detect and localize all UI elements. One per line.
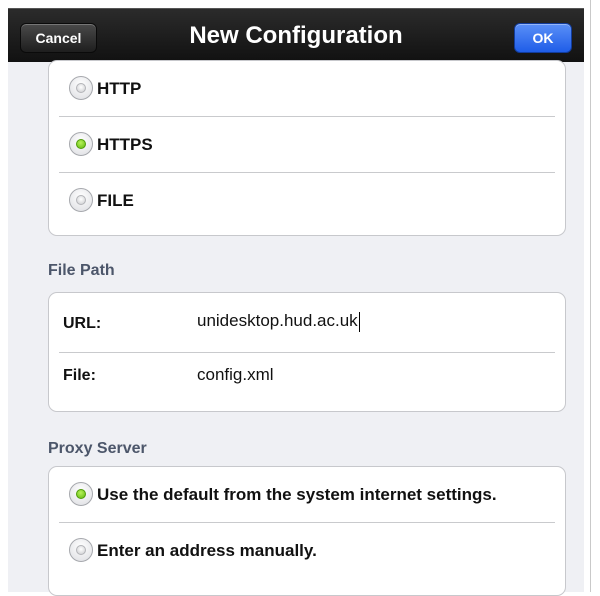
radio-button-icon[interactable] xyxy=(69,76,93,100)
protocol-option-file[interactable]: FILE xyxy=(49,173,565,229)
proxy-option-default[interactable]: Use the default from the system internet… xyxy=(49,467,565,523)
radio-button-selected-icon[interactable] xyxy=(69,482,93,506)
protocol-group: HTTP HTTPS FILE xyxy=(48,60,566,236)
url-row: URL: unidesktop.hud.ac.uk xyxy=(49,293,565,353)
text-caret xyxy=(358,311,360,332)
file-label: File: xyxy=(63,367,96,384)
cancel-button[interactable]: Cancel xyxy=(20,23,97,53)
protocol-option-https[interactable]: HTTPS xyxy=(49,117,565,173)
navigation-bar: New Configuration Cancel OK xyxy=(8,8,584,62)
protocol-option-label: HTTPS xyxy=(97,135,153,154)
proxy-option-label: Enter an address manually. xyxy=(97,541,317,560)
radio-button-icon[interactable] xyxy=(69,538,93,562)
protocol-option-label: HTTP xyxy=(97,79,142,98)
proxy-option-label: Use the default from the system internet… xyxy=(97,485,497,504)
window-edge-divider xyxy=(590,0,591,592)
file-path-section-title: File Path xyxy=(48,262,115,279)
proxy-group: Use the default from the system internet… xyxy=(48,466,566,596)
file-input[interactable]: config.xml xyxy=(197,365,274,385)
proxy-section-title: Proxy Server xyxy=(48,440,147,457)
protocol-option-label: FILE xyxy=(97,191,134,210)
url-label: URL: xyxy=(63,315,102,332)
file-path-group: URL: unidesktop.hud.ac.uk File: config.x… xyxy=(48,292,566,412)
app-window: New Configuration Cancel OK HTTP HTTPS F… xyxy=(0,0,600,596)
content-area: HTTP HTTPS FILE File Path URL: unideskto… xyxy=(8,60,584,596)
radio-button-selected-icon[interactable] xyxy=(69,132,93,156)
file-row: File: config.xml xyxy=(49,353,565,411)
radio-button-icon[interactable] xyxy=(69,188,93,212)
protocol-option-http[interactable]: HTTP xyxy=(49,61,565,117)
url-input-value: unidesktop.hud.ac.uk xyxy=(197,311,358,330)
url-input[interactable]: unidesktop.hud.ac.uk xyxy=(197,311,360,332)
proxy-option-manual[interactable]: Enter an address manually. xyxy=(49,523,565,579)
ok-button[interactable]: OK xyxy=(514,23,572,53)
